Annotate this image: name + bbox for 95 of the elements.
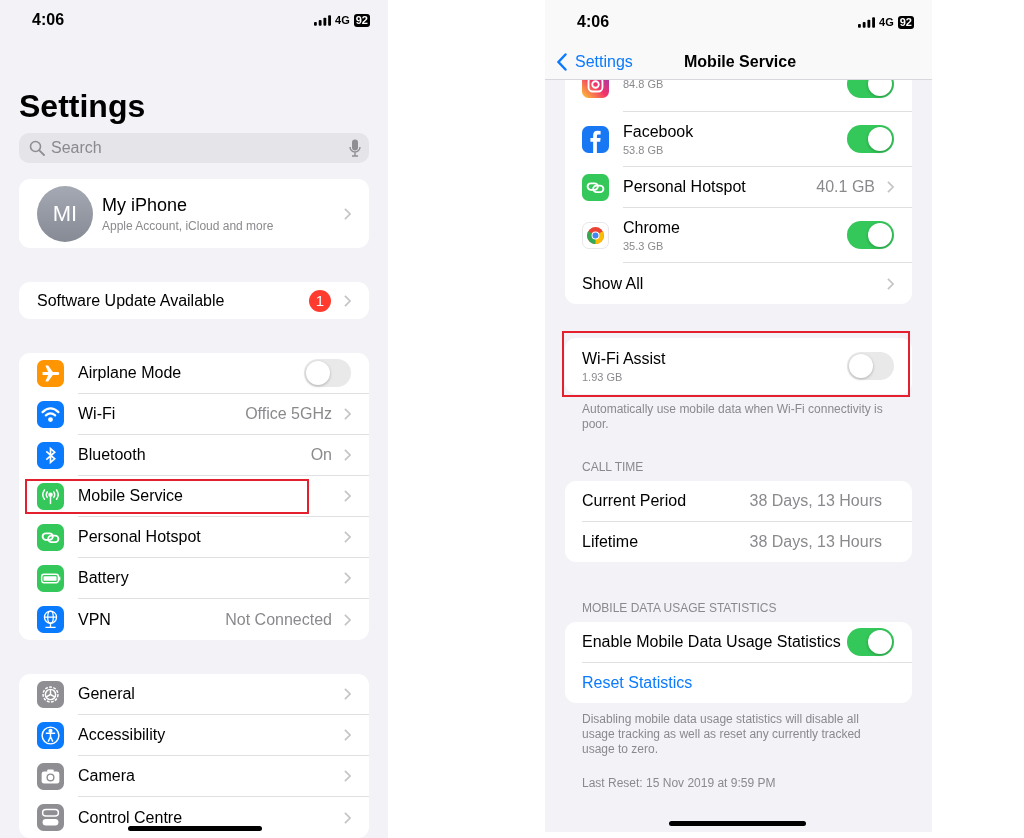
nav-title: Mobile Service (684, 53, 797, 71)
row-label: Lifetime (582, 533, 639, 551)
battery-level: 92 (353, 13, 370, 27)
app-row[interactable]: Personal Hotspot 40.1 GB (565, 167, 912, 208)
row-label: Airplane Mode (78, 364, 182, 382)
toggle-switch[interactable] (847, 352, 894, 380)
settings-row[interactable]: General (19, 674, 369, 715)
row-value: Office 5GHz (245, 405, 332, 423)
update-row[interactable]: Software Update Available 1 (19, 282, 369, 319)
chevron-icon (344, 490, 351, 502)
row-value: On (310, 446, 332, 464)
network-label: 4G (335, 14, 350, 27)
footer-note: Automatically use mobile data when Wi-Fi connectivity is poor. (581, 402, 884, 432)
battery-level: 92 (897, 15, 914, 29)
settings-row[interactable]: Accessibility (19, 715, 369, 756)
back-button[interactable]: Settings (545, 53, 633, 71)
usage-amount: 84.8 GB (623, 80, 664, 90)
settings-row[interactable]: Mobile Service (19, 476, 369, 517)
row-label: Mobile Service (78, 487, 183, 505)
account-subtitle: Apple Account, iCloud and more (102, 218, 275, 233)
settings-row[interactable]: Airplane Mode (19, 353, 369, 394)
footer-note: Disabling mobile data usage statistics will disable all usage tracking as well as reset any currently tracked usage to zero. (581, 712, 862, 757)
settings-row[interactable]: Wi-Fi Office 5GHz (19, 394, 369, 435)
chevron-icon (344, 613, 351, 626)
toggle-switch[interactable] (304, 359, 351, 387)
chevron-icon (344, 811, 351, 824)
usage-amount: 35.3 GB (623, 239, 665, 252)
toggle-switch[interactable] (847, 125, 894, 153)
app-icon (582, 126, 609, 153)
row-label: Software Update Available (37, 291, 226, 310)
settings-row[interactable]: Personal Hotspot (19, 517, 369, 558)
app-row[interactable]: Show All (565, 263, 912, 304)
row-label: Battery (78, 569, 129, 587)
signal-icon (858, 16, 876, 28)
status-time: 4:06 (32, 11, 65, 30)
app-row[interactable]: 84.8 GB (565, 80, 912, 112)
signal-icon (314, 14, 332, 26)
row-label: Enable Mobile Data Usage Statistics (582, 633, 841, 651)
section-header: MOBILE DATA USAGE STATISTICS (581, 601, 778, 615)
status-time: 4:06 (577, 13, 610, 31)
chevron-icon (344, 531, 351, 543)
row-label: Control Centre (78, 808, 183, 827)
search-field[interactable]: Search (19, 132, 369, 163)
row-label: Show All (582, 274, 644, 293)
toggle-switch[interactable] (847, 628, 894, 656)
page-title: Settings (19, 86, 147, 126)
reset-statistics-link[interactable]: Reset Statistics (582, 674, 693, 692)
usage-amount: 53.8 GB (623, 143, 665, 156)
chevron-icon (344, 408, 351, 420)
chevron-icon (344, 449, 351, 461)
search-input[interactable]: Search (51, 138, 343, 157)
microphone-icon[interactable] (349, 138, 361, 157)
row-value: 38 Days, 13 Hours (749, 492, 882, 510)
app-icon (582, 222, 609, 249)
chevron-icon (344, 688, 351, 700)
row-value: 40.1 GB (816, 178, 875, 196)
row-label: Accessibility (78, 726, 166, 744)
row-label: VPN (78, 610, 111, 629)
usage-amount: 1.93 GB (582, 370, 624, 383)
account-card[interactable]: MI My iPhone Apple Account, iCloud and more (19, 179, 369, 249)
count-badge: 1 (309, 289, 331, 312)
chevron-icon (344, 294, 351, 307)
row-value: Not Connected (225, 610, 332, 629)
toggle-switch[interactable] (847, 221, 894, 249)
row-label: Current Period (582, 492, 687, 510)
settings-row[interactable]: Camera (19, 756, 369, 797)
chevron-icon (887, 277, 894, 290)
chevron-icon (344, 770, 351, 782)
app-row[interactable]: Chrome 35.3 GB (565, 208, 912, 263)
row-value: 38 Days, 13 Hours (749, 533, 882, 551)
chevron-icon (887, 181, 894, 193)
settings-row[interactable]: VPN Not Connected (19, 599, 369, 640)
row-label: Personal Hotspot (78, 528, 201, 546)
back-chevron-icon (557, 53, 567, 71)
app-row[interactable]: Facebook 53.8 GB (565, 112, 912, 167)
row-label: Wi-Fi (78, 405, 116, 423)
chevron-icon (344, 729, 351, 741)
row-label: Camera (78, 767, 135, 785)
row-label: Wi-Fi Assist (582, 349, 666, 368)
account-name: My iPhone (102, 194, 189, 216)
settings-row[interactable]: Battery (19, 558, 369, 599)
avatar-initials: MI (37, 185, 93, 242)
chevron-icon (344, 572, 351, 584)
row-label: Facebook (623, 122, 694, 141)
settings-row[interactable]: Bluetooth On (19, 435, 369, 476)
search-icon (29, 139, 45, 156)
chevron-icon (344, 207, 351, 220)
row-label: Bluetooth (78, 446, 146, 464)
row-label: Personal Hotspot (623, 178, 746, 196)
section-header: CALL TIME (581, 460, 645, 474)
app-icon (582, 174, 609, 201)
row-label: General (78, 685, 135, 703)
row-label: Chrome (623, 218, 680, 237)
network-label: 4G (879, 16, 894, 28)
last-reset-note: Last Reset: 15 Nov 2019 at 9:59 PM (581, 776, 777, 791)
